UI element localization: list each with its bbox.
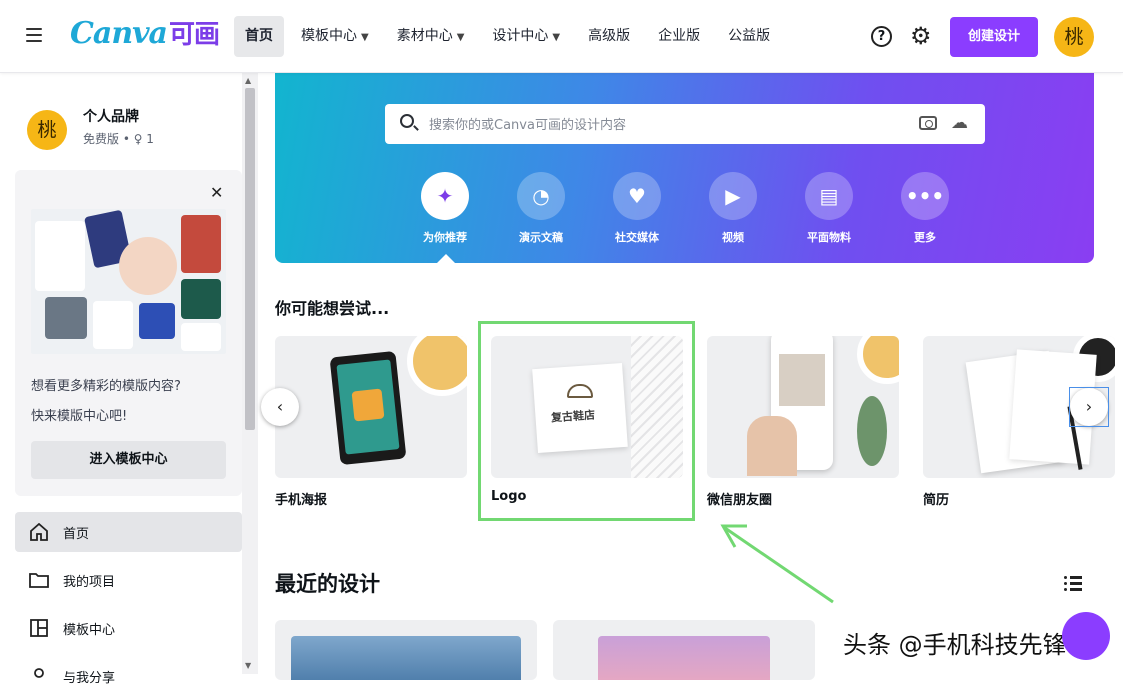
recent-design-card[interactable] (553, 620, 815, 680)
sidebar-item-label: 与我分享 (63, 670, 116, 686)
category-label: 为你推荐 (423, 231, 467, 244)
suggestions-title: 你可能想尝试... (275, 299, 390, 318)
card-phone-poster[interactable] (275, 336, 467, 478)
card-wechat-moments[interactable] (707, 336, 899, 478)
category-label: 社交媒体 (615, 231, 659, 244)
create-design-button[interactable]: 创建设计 (950, 17, 1038, 57)
close-icon[interactable]: ✕ (210, 183, 223, 202)
avatar[interactable]: 桃 (1054, 17, 1094, 57)
sidebar-item-shared[interactable]: 与我分享 (15, 656, 242, 696)
search-icon (400, 114, 414, 128)
chevron-down-icon: ▼ (361, 32, 369, 43)
help-bubble[interactable] (1062, 612, 1110, 660)
camera-icon[interactable] (919, 116, 937, 130)
sidebar-item-projects[interactable]: 我的项目 (15, 560, 242, 600)
chevron-left-icon[interactable]: ‹ (261, 388, 299, 426)
folder-icon (29, 571, 49, 589)
top-bar: Canva可画 首页 模板中心 ▼ 素材中心 ▼ 设计中心 ▼ 高级版 企业版 公益版… (0, 0, 1123, 73)
annotation-arrow-icon (720, 524, 834, 604)
selected-indicator (437, 254, 455, 263)
template-icon (29, 619, 49, 637)
sidebar-item-label: 模板中心 (63, 622, 116, 638)
category-print[interactable]: ▤ 平面物料 (794, 172, 864, 245)
list-view-icon[interactable] (1064, 576, 1082, 592)
cloud-upload-icon[interactable]: ☁ (951, 113, 968, 133)
home-icon (29, 522, 49, 541)
nav-nonprofit[interactable]: 公益版 (717, 16, 781, 57)
focus-outline (1069, 387, 1109, 427)
logo-cn-text: 可画 (169, 20, 220, 50)
chevron-down-icon: ▼ (456, 32, 465, 43)
more-icon: ••• (901, 172, 949, 220)
nav-templates[interactable]: 模板中心 ▼ (290, 16, 380, 57)
category-label: 平面物料 (807, 231, 851, 244)
scroll-down-icon[interactable]: ▼ (245, 661, 251, 670)
nav-design-center[interactable]: 设计中心 ▼ (481, 16, 571, 57)
category-label: 演示文稿 (519, 231, 563, 244)
promo-image (31, 209, 226, 354)
nav-enterprise[interactable]: 企业版 (647, 16, 711, 57)
sparkle-icon: ✦ (421, 172, 469, 220)
gear-icon[interactable]: ⚙ (910, 23, 932, 49)
printer-icon: ▤ (805, 172, 853, 220)
search-placeholder: 搜索你的或Canva可画的设计内容 (429, 118, 626, 133)
card-label: 手机海报 (275, 493, 328, 508)
sidebar-item-label: 首页 (63, 526, 90, 542)
menu-icon[interactable] (26, 28, 42, 44)
category-presentation[interactable]: ◔ 演示文稿 (506, 172, 576, 245)
sidebar-item-templates[interactable]: 模板中心 (15, 608, 242, 648)
brand-avatar[interactable]: 桃 (27, 110, 67, 150)
enter-template-center-button[interactable]: 进入模板中心 (31, 441, 226, 479)
chevron-down-icon: ▼ (552, 32, 561, 43)
recent-designs-title: 最近的设计 (275, 572, 380, 596)
card-label: 简历 (923, 493, 950, 508)
brand-name[interactable]: 个人品牌 (83, 106, 139, 126)
sidebar-item-home[interactable]: 首页 (15, 512, 242, 552)
scroll-up-icon[interactable]: ▲ (245, 76, 251, 85)
highlight-box (478, 321, 695, 521)
category-social-media[interactable]: ♥ 社交媒体 (602, 172, 672, 245)
heart-icon: ♥ (613, 172, 661, 220)
category-recommended[interactable]: ✦ 为你推荐 (410, 172, 480, 245)
nav-home[interactable]: 首页 (234, 16, 284, 57)
category-video[interactable]: ▶ 视频 (698, 172, 768, 245)
category-label: 视频 (722, 231, 744, 244)
nav-pro[interactable]: 高级版 (577, 16, 641, 57)
hero-banner (275, 73, 1094, 263)
logo-text: Canva (70, 16, 168, 51)
card-label: 微信朋友圈 (707, 493, 773, 508)
category-more[interactable]: ••• 更多 (890, 172, 960, 245)
brand-plan: 免费版 • ♀ 1 (83, 132, 154, 146)
category-label: 更多 (914, 231, 936, 244)
nav-assets[interactable]: 素材中心 ▼ (386, 16, 476, 57)
presentation-icon: ◔ (517, 172, 565, 220)
sidebar-item-label: 我的项目 (63, 574, 116, 590)
promo-text-line1: 想看更多精彩的模版内容? (31, 379, 181, 394)
sidebar-scrollbar-thumb[interactable] (245, 88, 255, 430)
share-icon (29, 667, 49, 685)
help-icon[interactable]: ? (871, 26, 892, 47)
watermark-text: 头条 @手机科技先锋 (843, 631, 1067, 659)
video-icon: ▶ (709, 172, 757, 220)
promo-text-line2: 快来模版中心吧! (31, 409, 128, 424)
main-nav: 首页 模板中心 ▼ 素材中心 ▼ 设计中心 ▼ 高级版 企业版 公益版 (234, 16, 787, 57)
canva-logo[interactable]: Canva可画 (70, 14, 220, 51)
recent-design-card[interactable] (275, 620, 537, 680)
